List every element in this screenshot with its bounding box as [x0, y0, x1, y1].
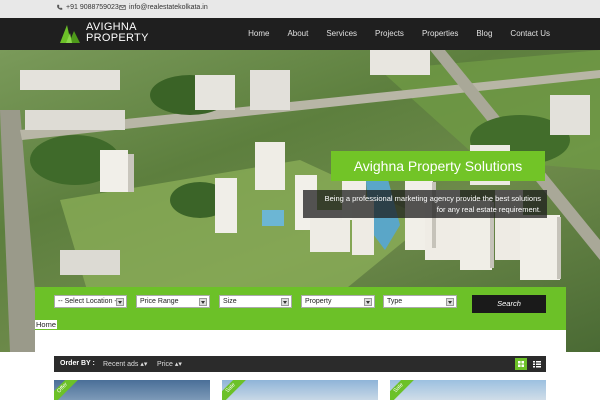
listing-card[interactable]: Offer — [54, 380, 210, 400]
sale-ribbon: Sale — [222, 380, 247, 400]
offer-ribbon: Offer — [54, 380, 79, 400]
order-recent-label: Recent ads — [103, 361, 139, 368]
order-by-label: Order BY : — [60, 360, 95, 367]
order-by-bar: Order BY : Recent ads ▴▾ Price ▴▾ — [54, 356, 546, 372]
logo-wordmark: AVIGHNA PROPERTY — [86, 22, 149, 44]
order-price-label: Price — [157, 361, 173, 368]
logo-triangle-icon — [60, 25, 80, 43]
nav-item-about[interactable]: About — [287, 29, 308, 38]
sort-caret-icon: ▴▾ — [140, 361, 148, 368]
nav-item-projects[interactable]: Projects — [375, 29, 404, 38]
main-navbar: AVIGHNA PROPERTY Home About Services Pro… — [0, 18, 600, 50]
logo-line-2: PROPERTY — [86, 32, 149, 44]
chevron-down-icon — [199, 298, 207, 306]
hero-subtitle-line-1: Being a professional marketing agency pr… — [324, 194, 541, 203]
property-search-bar: -- Select Location -- Price Range Size P… — [35, 287, 566, 330]
size-select[interactable]: Size — [219, 295, 292, 308]
breadcrumb-home[interactable]: Home — [35, 320, 58, 329]
top-contact-bar: +91 9088759023 info@realestatekolkata.in — [0, 0, 600, 18]
phone-contact[interactable]: +91 9088759023 — [56, 4, 119, 11]
email-contact[interactable]: info@realestatekolkata.in — [119, 4, 208, 11]
type-select-value: Type — [387, 298, 403, 305]
list-icon — [533, 361, 541, 368]
list-view-button[interactable] — [531, 358, 543, 370]
listing-card[interactable]: Sale — [390, 380, 546, 400]
price-range-select[interactable]: Price Range — [136, 295, 210, 308]
nav-item-properties[interactable]: Properties — [422, 29, 458, 38]
location-select-value: -- Select Location -- — [58, 298, 120, 305]
email-address: info@realestatekolkata.in — [129, 4, 208, 11]
envelope-icon — [119, 5, 126, 10]
sort-caret-icon: ▴▾ — [174, 361, 182, 368]
order-price[interactable]: Price ▴▾ — [157, 360, 182, 368]
grid-view-button[interactable] — [515, 358, 527, 370]
grid-icon — [518, 361, 524, 367]
property-select-value: Property — [305, 298, 332, 305]
phone-icon — [57, 4, 63, 10]
location-select[interactable]: -- Select Location -- — [54, 295, 127, 308]
price-range-select-value: Price Range — [140, 298, 179, 305]
hero-subtitle: Being a professional marketing agency pr… — [303, 190, 547, 218]
size-select-value: Size — [223, 298, 237, 305]
nav-item-blog[interactable]: Blog — [476, 29, 492, 38]
nav-item-contact[interactable]: Contact Us — [510, 29, 550, 38]
type-select[interactable]: Type — [383, 295, 457, 308]
nav-item-services[interactable]: Services — [326, 29, 357, 38]
search-button[interactable]: Search — [472, 295, 546, 313]
hero-title: Avighna Property Solutions — [331, 151, 545, 181]
sale-ribbon: Sale — [390, 380, 415, 400]
nav-item-home[interactable]: Home — [248, 29, 269, 38]
listing-card[interactable]: Sale — [222, 380, 378, 400]
phone-number: +91 9088759023 — [66, 4, 119, 11]
nav-menu: Home About Services Projects Properties … — [248, 29, 550, 38]
site-logo[interactable]: AVIGHNA PROPERTY — [58, 21, 149, 45]
chevron-down-icon — [116, 298, 124, 306]
property-select[interactable]: Property — [301, 295, 375, 308]
chevron-down-icon — [364, 298, 372, 306]
order-recent-ads[interactable]: Recent ads ▴▾ — [103, 360, 147, 368]
hero-subtitle-line-2: for any real estate requirement. — [436, 205, 541, 214]
chevron-down-icon — [281, 298, 289, 306]
chevron-down-icon — [446, 298, 454, 306]
